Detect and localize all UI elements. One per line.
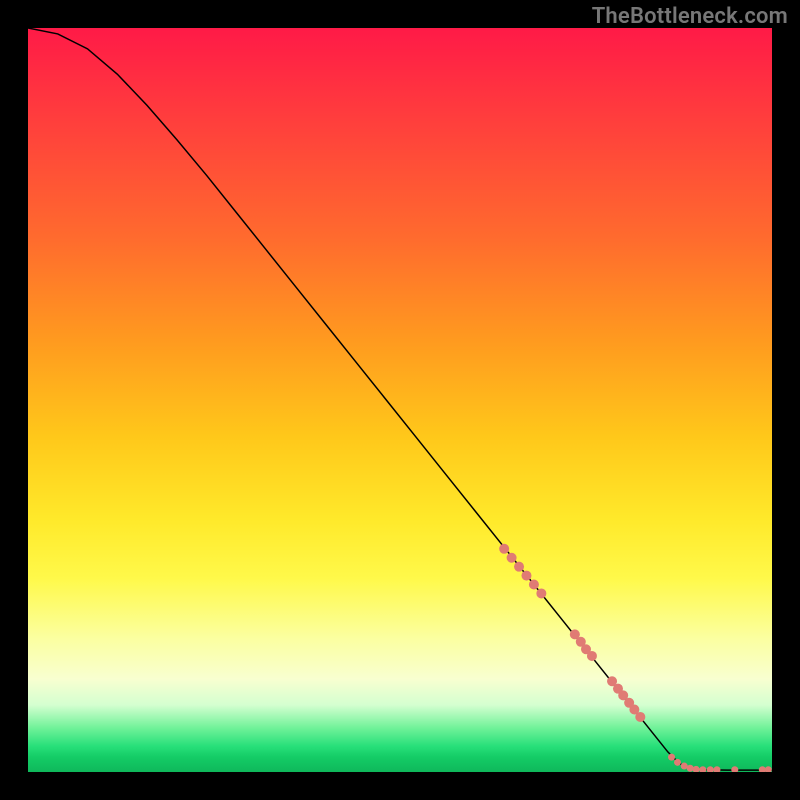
chart-point — [674, 759, 681, 766]
chart-points-group — [499, 544, 772, 772]
chart-point — [514, 562, 524, 572]
chart-point — [507, 553, 517, 563]
chart-point — [693, 766, 700, 772]
chart-point — [635, 712, 645, 722]
chart-point — [699, 766, 706, 772]
chart-point — [707, 766, 714, 772]
chart-svg — [28, 28, 772, 772]
chart-point — [765, 766, 772, 772]
chart-point — [681, 763, 688, 770]
chart-point — [668, 754, 675, 761]
chart-point — [731, 766, 738, 772]
chart-point — [687, 765, 694, 772]
chart-point — [499, 544, 509, 554]
chart-point — [521, 571, 531, 581]
chart-point — [713, 766, 720, 772]
chart-point — [536, 588, 546, 598]
chart-curve — [28, 28, 772, 770]
chart-area — [28, 28, 772, 772]
chart-point — [587, 651, 597, 661]
chart-point — [529, 580, 539, 590]
watermark-text: TheBottleneck.com — [592, 4, 788, 29]
chart-point — [759, 766, 766, 772]
